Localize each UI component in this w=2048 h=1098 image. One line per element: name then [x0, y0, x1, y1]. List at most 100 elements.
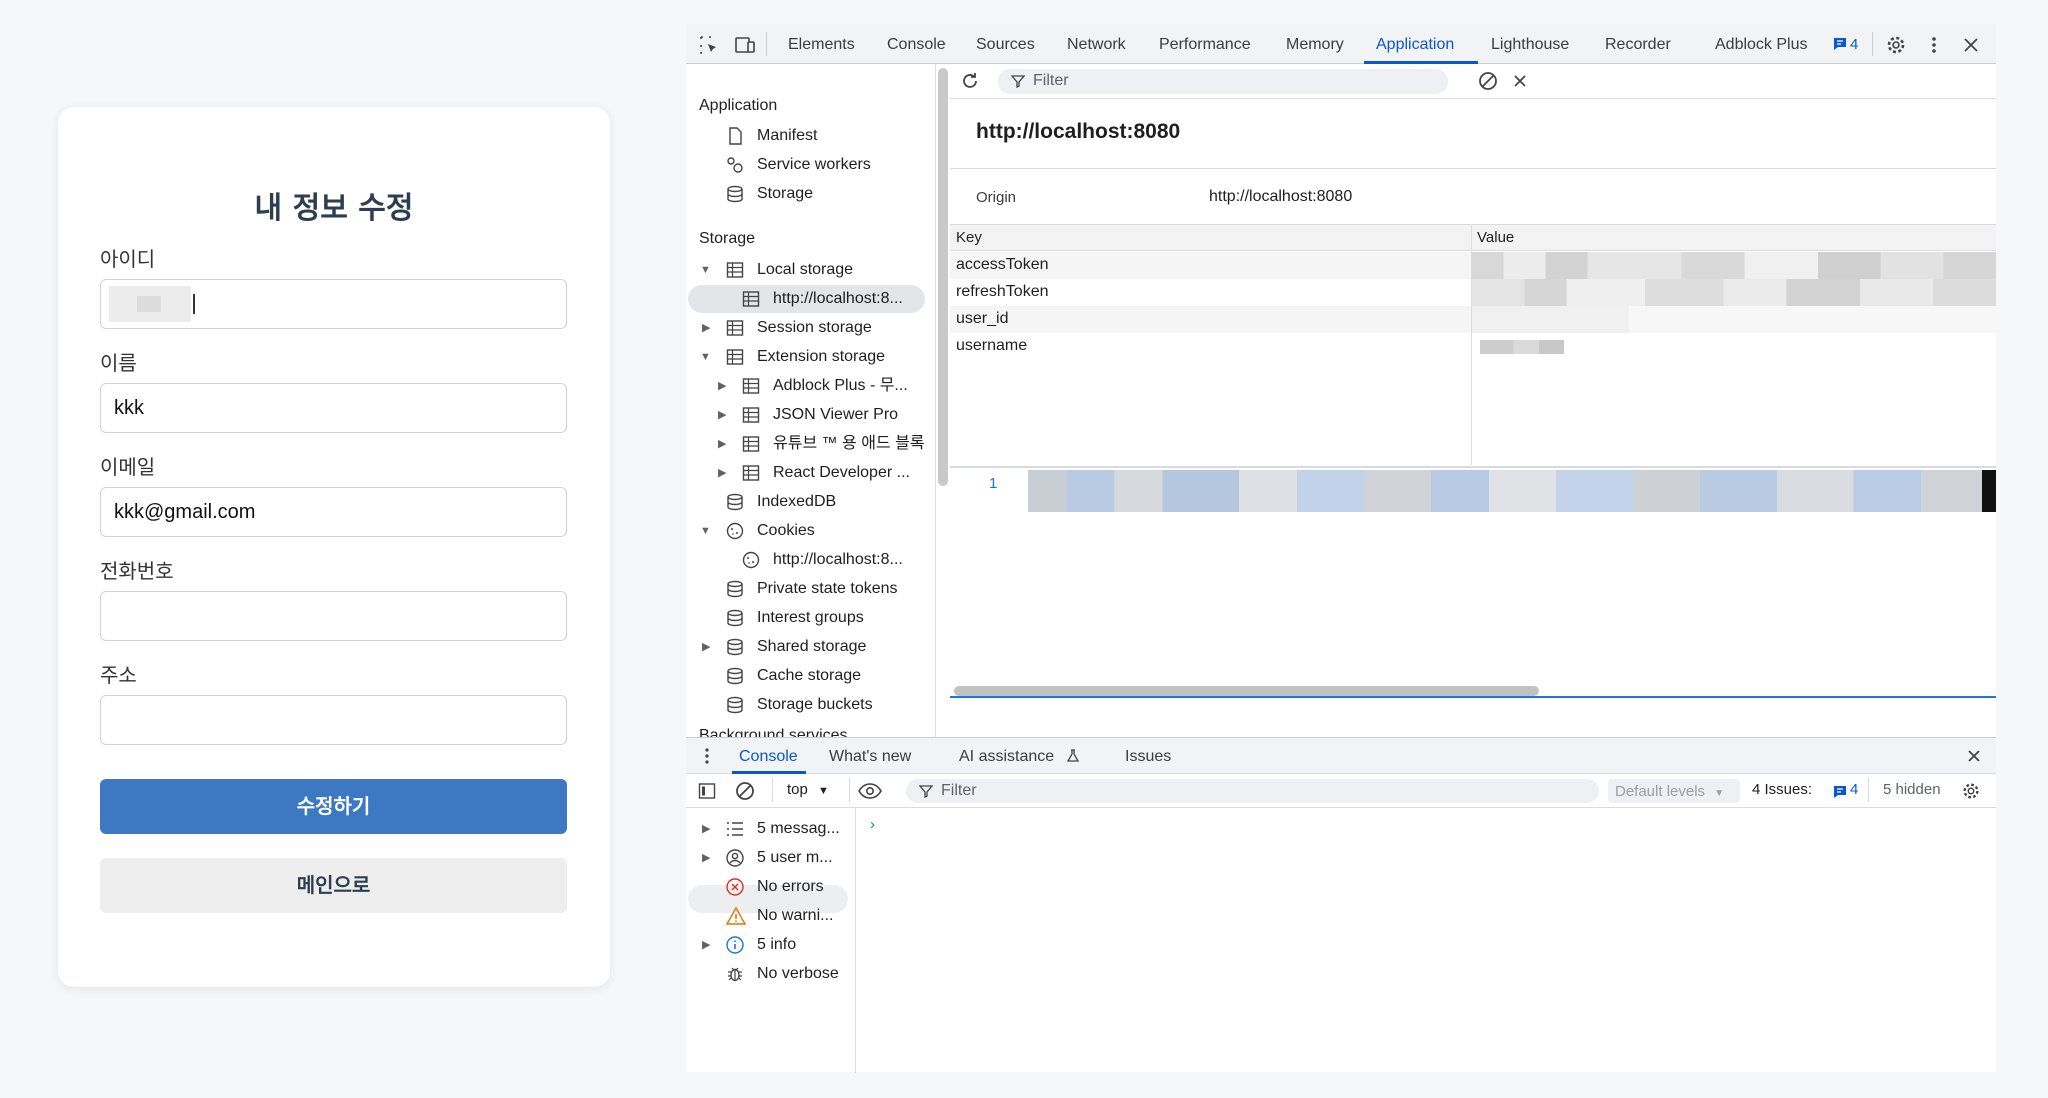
email-field[interactable]: kkk@gmail.com [100, 487, 567, 537]
expanded-arrow-icon[interactable]: ▼ [700, 256, 711, 284]
scrollbar-thumb[interactable] [954, 686, 1539, 696]
console-filter-messages[interactable]: ▶ 5 messag... [686, 815, 854, 843]
clear-console-icon[interactable] [735, 781, 755, 801]
drawer-tab-issues[interactable]: Issues [1125, 738, 1171, 774]
inspect-element-icon[interactable] [698, 34, 720, 56]
preview-line-number: 1 [989, 475, 998, 492]
filter-icon [1011, 75, 1025, 88]
sidebar-toggle-icon[interactable] [698, 782, 716, 800]
log-levels-dropdown[interactable]: Default levels ▼ [1608, 779, 1740, 803]
refresh-icon[interactable] [960, 71, 980, 91]
sidebar-item-storage[interactable]: Storage [686, 180, 926, 208]
live-expression-eye-icon[interactable] [857, 781, 883, 801]
gear-icon[interactable] [1885, 34, 1907, 56]
console-filter-info[interactable]: ▶ 5 info [686, 931, 854, 959]
sidebar-item-service-workers[interactable]: Service workers [686, 151, 926, 179]
sidebar-item-storage-buckets[interactable]: Storage buckets [686, 691, 926, 719]
table-row[interactable]: user_id [950, 306, 1996, 333]
sidebar-item-local-storage-origin[interactable]: http://localhost:8... [686, 285, 926, 313]
sidebar-item-cookies[interactable]: ▼ Cookies [686, 517, 926, 545]
expanded-arrow-icon[interactable]: ▼ [700, 517, 711, 545]
tab-performance[interactable]: Performance [1159, 24, 1251, 64]
tab-application[interactable]: Application [1376, 24, 1454, 64]
console-filter-warnings[interactable]: No warni... [686, 902, 854, 930]
issues-count[interactable]: 4 [1850, 36, 1858, 53]
sidebar-item-ext-adblock[interactable]: ▶ Adblock Plus - 무... [686, 372, 926, 400]
collapsed-arrow-icon[interactable]: ▶ [702, 815, 710, 843]
console-filter-verbose[interactable]: No verbose [686, 960, 854, 988]
delete-selected-icon[interactable] [1512, 73, 1528, 89]
drawer-tab-console[interactable]: Console [739, 738, 798, 774]
console-prompt[interactable]: › [870, 816, 875, 833]
sidebar-item-manifest[interactable]: Manifest [686, 122, 926, 150]
drawer-tab-ai-assistance[interactable]: AI assistance [959, 738, 1054, 774]
issues-counter[interactable]: 4 Issues: [1752, 781, 1812, 798]
tab-adblock-plus[interactable]: Adblock Plus [1715, 24, 1808, 64]
redacted-value [1472, 252, 1996, 279]
go-main-button[interactable]: 메인으로 [100, 858, 567, 913]
divider [849, 778, 850, 802]
collapsed-arrow-icon[interactable]: ▶ [718, 459, 726, 487]
sidebar-item-private-state-tokens[interactable]: Private state tokens [686, 575, 926, 603]
sidebar-item-extension-storage[interactable]: ▼ Extension storage [686, 343, 926, 371]
table-row[interactable]: refreshToken [950, 279, 1996, 306]
close-drawer-icon[interactable] [1966, 748, 1982, 764]
id-field[interactable] [100, 279, 567, 329]
tab-sources[interactable]: Sources [976, 24, 1035, 64]
clear-all-icon[interactable] [1478, 71, 1498, 91]
storage-filter-input[interactable]: Filter [998, 69, 1448, 94]
submit-button[interactable]: 수정하기 [100, 779, 567, 834]
tab-memory[interactable]: Memory [1286, 24, 1344, 64]
sidebar-item-ext-json-viewer[interactable]: ▶ JSON Viewer Pro [686, 401, 926, 429]
gears-icon [727, 157, 743, 173]
sidebar-item-local-storage[interactable]: ▼ Local storage [686, 256, 926, 284]
error-icon [726, 878, 744, 896]
collapsed-arrow-icon[interactable]: ▶ [718, 401, 726, 429]
tab-recorder[interactable]: Recorder [1605, 24, 1671, 64]
close-icon[interactable] [1960, 34, 1982, 56]
sidebar-item-ext-youtube-adblock[interactable]: ▶ 유튜브 ™ 용 애드 블록 [686, 430, 926, 458]
phone-field[interactable] [100, 591, 567, 641]
more-tabs-icon[interactable] [698, 747, 716, 765]
sidebar-item-interest-groups[interactable]: Interest groups [686, 604, 926, 632]
collapsed-arrow-icon[interactable]: ▶ [718, 372, 726, 400]
horizontal-scrollbar[interactable] [950, 682, 1996, 698]
tab-lighthouse[interactable]: Lighthouse [1491, 24, 1569, 64]
console-filter-errors[interactable]: No errors [686, 873, 854, 901]
address-field[interactable] [100, 695, 567, 745]
sidebar-item-session-storage[interactable]: ▶ Session storage [686, 314, 926, 342]
name-field[interactable]: kkk [100, 383, 567, 433]
console-filter-input[interactable]: Filter [906, 779, 1599, 803]
sidebar-item-cookies-origin[interactable]: http://localhost:8... [686, 546, 926, 574]
table-row[interactable]: accessToken [950, 252, 1996, 279]
collapsed-arrow-icon[interactable]: ▶ [718, 430, 726, 458]
collapsed-arrow-icon[interactable]: ▶ [702, 633, 710, 661]
console-settings-gear-icon[interactable] [1961, 781, 1981, 801]
console-filter-user-messages[interactable]: ▶ 5 user m... [686, 844, 854, 872]
expanded-arrow-icon[interactable]: ▼ [700, 343, 711, 371]
table-row[interactable]: username [950, 333, 1996, 360]
device-toolbar-icon[interactable] [734, 34, 756, 56]
storage-grid-header: Key Value [950, 225, 1996, 251]
column-header-value[interactable]: Value [1477, 229, 1514, 246]
edit-profile-card: 내 정보 수정 아이디 이름 kkk 이메일 kkk@gmail.com 전화번… [58, 107, 610, 987]
file-icon [729, 127, 742, 145]
drawer-tab-whats-new[interactable]: What's new [829, 738, 911, 774]
tab-elements[interactable]: Elements [788, 24, 855, 64]
collapsed-arrow-icon[interactable]: ▶ [702, 314, 710, 342]
sidebar-item-ext-react-devtools[interactable]: ▶ React Developer ... [686, 459, 926, 487]
sidebar-item-cache-storage[interactable]: Cache storage [686, 662, 926, 690]
sidebar-scrollbar[interactable] [938, 68, 948, 486]
context-selector[interactable]: top ▼ [787, 781, 829, 798]
sidebar-item-shared-storage[interactable]: ▶ Shared storage [686, 633, 926, 661]
collapsed-arrow-icon[interactable]: ▶ [702, 844, 710, 872]
collapsed-arrow-icon[interactable]: ▶ [702, 931, 710, 959]
database-icon [727, 185, 743, 203]
tab-network[interactable]: Network [1067, 24, 1126, 64]
column-header-key[interactable]: Key [956, 229, 982, 246]
sidebar-item-indexeddb[interactable]: IndexedDB [686, 488, 926, 516]
table-icon [742, 407, 760, 423]
tab-console[interactable]: Console [887, 24, 946, 64]
issues-icon[interactable] [1832, 36, 1848, 52]
more-options-icon[interactable] [1923, 34, 1945, 56]
